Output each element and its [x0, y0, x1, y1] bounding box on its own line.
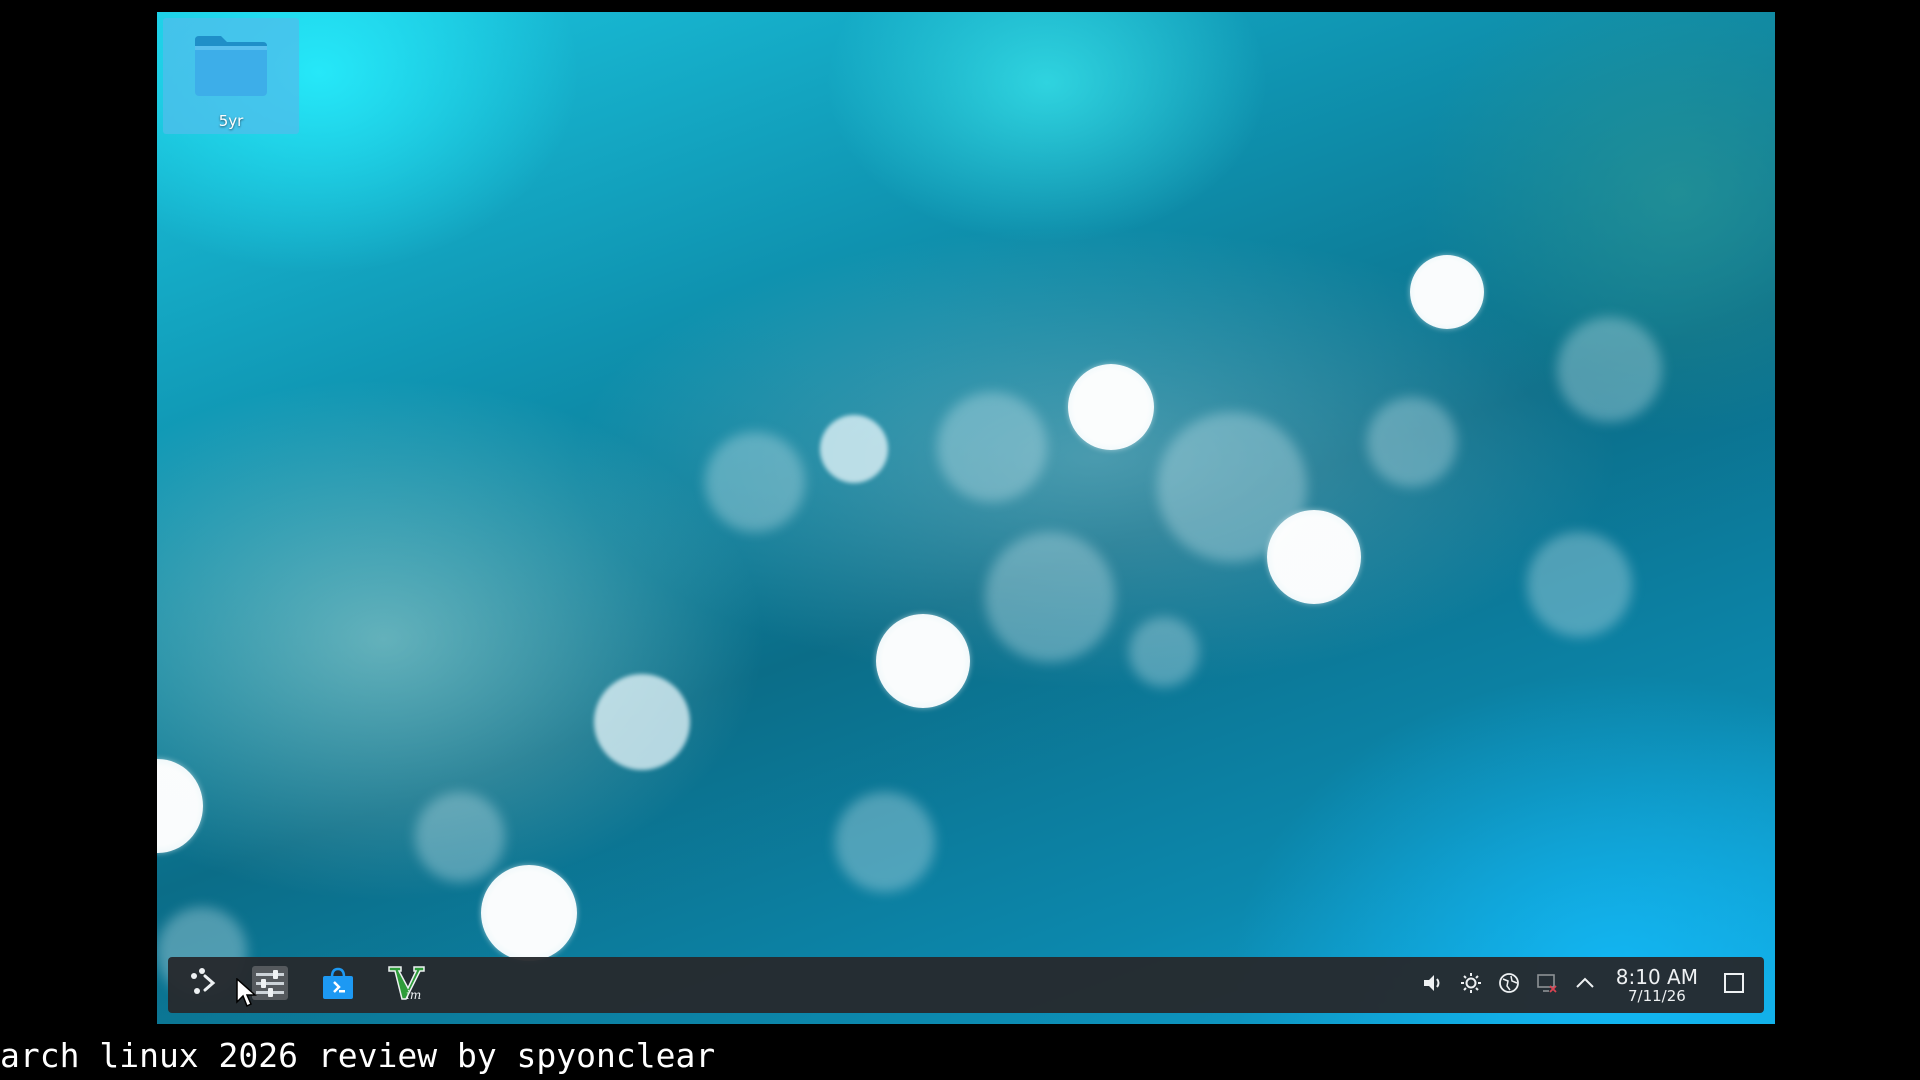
discover-store-launcher[interactable]	[310, 957, 366, 1013]
wallpaper-bokeh	[157, 759, 203, 853]
volume-tray-button[interactable]	[1414, 957, 1452, 1013]
wallpaper-bokeh	[1267, 510, 1361, 604]
display-disconnected-icon	[1536, 972, 1558, 998]
application-launcher-button[interactable]	[174, 957, 230, 1013]
wallpaper-bokeh	[820, 415, 888, 483]
wallpaper-bokeh	[1527, 532, 1632, 637]
brightness-tray-button[interactable]	[1452, 957, 1490, 1013]
clock-time: 8:10 AM	[1615, 964, 1698, 989]
wallpaper-bokeh	[876, 614, 970, 708]
wallpaper-bokeh	[1557, 317, 1662, 422]
wallpaper-bokeh	[985, 532, 1115, 662]
taskbar-panel: im 8:10 AM 7/11/26	[168, 957, 1764, 1013]
network-tray-button[interactable]	[1490, 957, 1528, 1013]
shopping-bag-icon	[320, 965, 356, 1005]
video-caption: arch linux 2026 review by spyonclear	[0, 1036, 716, 1075]
wallpaper-bokeh	[1129, 617, 1199, 687]
kde-launcher-icon	[185, 966, 219, 1004]
desktop[interactable]: 5yr im 8:10 AM 7/11/26	[157, 12, 1775, 1024]
svg-text:im: im	[406, 988, 421, 1002]
wallpaper-bokeh	[1068, 364, 1154, 450]
vim-launcher[interactable]: im	[378, 957, 434, 1013]
expand-tray-button[interactable]	[1566, 957, 1604, 1013]
desktop-folder-5yr[interactable]: 5yr	[163, 18, 299, 134]
clock-date: 7/11/26	[1627, 986, 1686, 1005]
sun-icon	[1460, 972, 1482, 998]
wallpaper-bokeh	[415, 792, 505, 882]
wallpaper-bokeh	[481, 865, 577, 961]
globe-disconnected-icon	[1498, 972, 1520, 998]
show-desktop-icon	[1723, 972, 1745, 998]
folder-icon	[191, 30, 271, 106]
wallpaper-bokeh	[705, 432, 805, 532]
screen: 5yr im 8:10 AM 7/11/26 arch linux 2026 r…	[0, 0, 1920, 1080]
vim-icon: im	[386, 963, 426, 1007]
wallpaper-bokeh	[1410, 255, 1484, 329]
wallpaper-bokeh	[937, 392, 1047, 502]
chevron-up-icon	[1574, 972, 1596, 998]
wallpaper-bokeh	[835, 792, 935, 892]
display-tray-button[interactable]	[1528, 957, 1566, 1013]
mouse-pointer-icon	[236, 977, 258, 1008]
wallpaper-bokeh	[594, 674, 690, 770]
digital-clock[interactable]: 8:10 AM 7/11/26	[1616, 966, 1698, 1005]
system-tray: 8:10 AM 7/11/26	[1414, 957, 1764, 1013]
desktop-icon-label: 5yr	[218, 112, 244, 130]
show-desktop-button[interactable]	[1712, 957, 1756, 1013]
wallpaper-bokeh	[1367, 397, 1457, 487]
speaker-icon	[1422, 972, 1444, 998]
